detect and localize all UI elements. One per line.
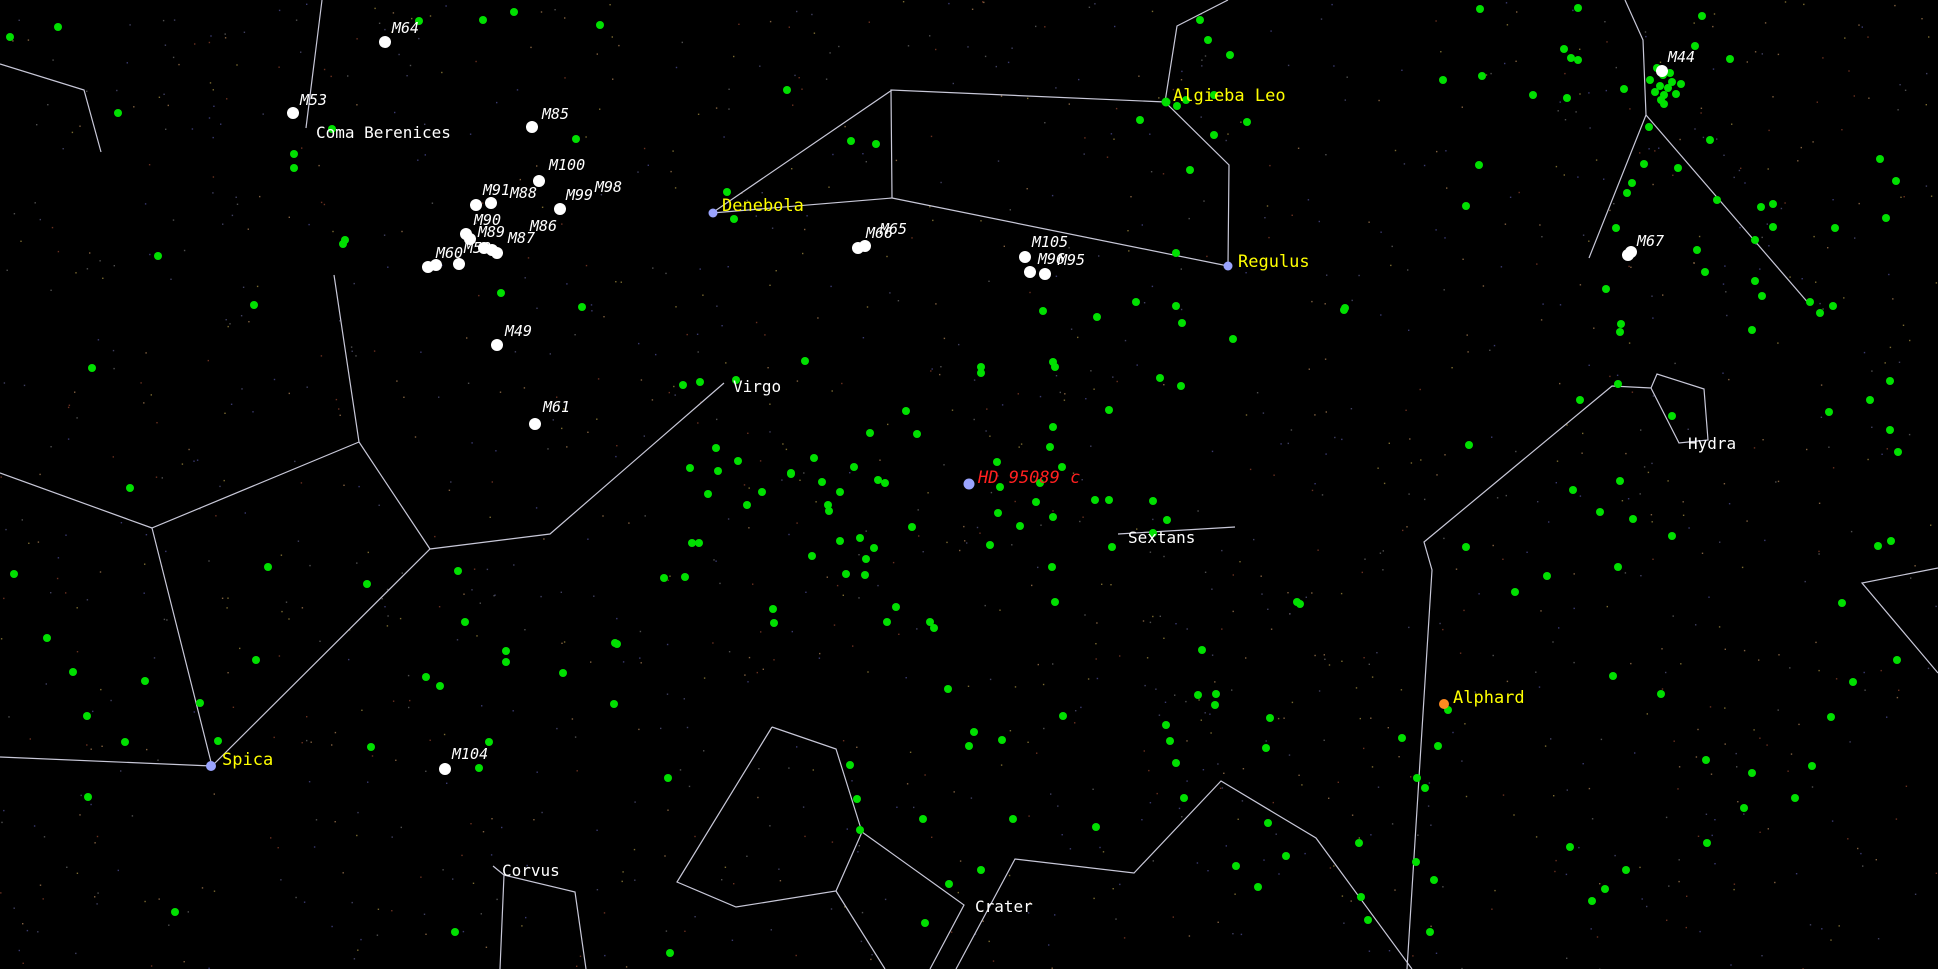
crater-lines [771,726,965,969]
algieba-star [1161,97,1171,107]
leo-lines [711,89,1230,267]
corvus-lines [499,874,587,969]
field-stars [6,4,1902,957]
sextans-lines [1117,526,1236,535]
named-stars [206,97,1449,771]
alphard-star [1439,699,1449,709]
hydra-lines [1406,373,1709,969]
coma-berenices-lines [0,63,102,153]
target-star [963,478,975,490]
spica-star [206,761,216,771]
regulus-star [1223,261,1233,271]
cancer-lines [1588,0,1647,259]
deep-sky-objects [287,36,1668,775]
virgo-lines [211,382,725,767]
denebola-star [708,208,718,218]
star-map[interactable] [0,0,1938,969]
